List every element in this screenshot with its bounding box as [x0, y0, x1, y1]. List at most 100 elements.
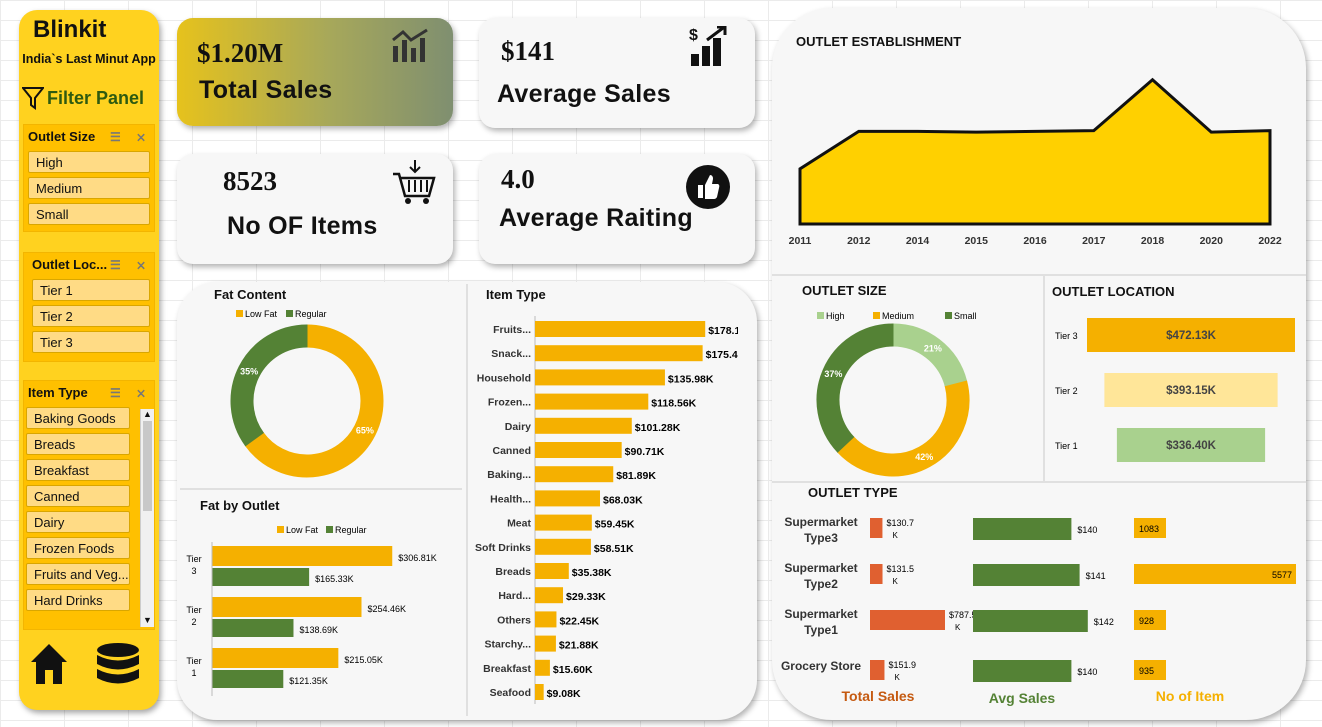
bar-label: $178.12K — [708, 325, 738, 337]
scroll-up-icon[interactable]: ▲ — [141, 409, 154, 419]
slicer-item-breads[interactable]: Breads — [26, 433, 130, 455]
legend-swatch-small — [945, 312, 952, 319]
slicer-scrollbar[interactable]: ▲ ▼ — [140, 409, 154, 627]
multiselect-icon[interactable]: ☰ — [110, 386, 121, 400]
slicer-item-hard-drinks[interactable]: Hard Drinks — [26, 589, 130, 611]
column-header-total-sales: Total Sales — [842, 688, 915, 704]
legend-small: Small — [954, 311, 977, 321]
outlet-location-title: OUTLET LOCATION — [1052, 284, 1175, 299]
home-icon[interactable] — [29, 642, 69, 691]
category-label: Tier — [186, 605, 201, 615]
donut-slice-small — [816, 323, 894, 453]
donut-slice-high — [892, 323, 968, 388]
bar-low-fat — [212, 546, 393, 566]
legend-swatch-regular — [326, 526, 333, 533]
items-label: 935 — [1139, 666, 1154, 676]
kpi-average-sales: $141 Average Sales $ — [479, 18, 755, 128]
kpi-value: $1.20M — [197, 38, 284, 68]
bar-label: $22.45K — [559, 615, 599, 627]
category-label: Seafood — [490, 687, 531, 699]
slicer-item-baking-goods[interactable]: Baking Goods — [26, 407, 130, 429]
outlet-size-chart: High Medium Small 21% 42% 37% — [816, 311, 977, 477]
slicer-item-canned[interactable]: Canned — [26, 485, 130, 507]
scroll-thumb[interactable] — [143, 421, 152, 511]
slicer-item-tier-2[interactable]: Tier 2 — [32, 305, 150, 327]
kpi-total-sales: $1.20M Total Sales — [177, 18, 453, 126]
x-tick-label: 2012 — [847, 235, 871, 247]
fat-donut: 65% 35% — [230, 324, 384, 478]
item-bar — [535, 490, 601, 507]
category-label: Fruits... — [493, 324, 531, 336]
bar-low-fat — [212, 648, 339, 668]
kpi-label: No OF Items — [227, 212, 378, 240]
bar-label: $165.33K — [315, 574, 354, 584]
category-label: Tier — [186, 554, 201, 564]
shopping-cart-icon — [391, 158, 437, 211]
legend-low-fat: Low Fat — [286, 525, 319, 535]
bar-label: $59.45K — [595, 519, 635, 531]
outlet-size-title: OUTLET SIZE — [802, 283, 887, 298]
clear-filter-icon[interactable]: ⨯ — [136, 258, 146, 272]
slicer-item-tier-3[interactable]: Tier 3 — [32, 331, 150, 353]
clear-filter-icon[interactable]: ⨯ — [136, 130, 146, 144]
bar-label: $135.98K — [668, 373, 714, 385]
svg-text:$: $ — [689, 27, 698, 44]
fat-by-outlet-title: Fat by Outlet — [200, 498, 280, 513]
legend-swatch-low-fat — [236, 310, 243, 317]
slicer-item-high[interactable]: High — [28, 151, 150, 173]
category-label: Soft Drinks — [475, 542, 531, 554]
multiselect-icon[interactable]: ☰ — [110, 258, 121, 272]
item-bar — [535, 684, 544, 700]
slicer-outlet-size: Outlet Size ☰ ⨯ High Medium Small — [23, 124, 155, 232]
category-label: Frozen... — [488, 397, 531, 409]
panel-divider — [1043, 276, 1045, 481]
avg-bar — [973, 610, 1088, 632]
avg-label: $141 — [1086, 571, 1106, 581]
legend-swatch-high — [817, 312, 824, 319]
category-label: Household — [477, 372, 531, 384]
slicer-item-medium[interactable]: Medium — [28, 177, 150, 199]
outlet-establishment-title: OUTLET ESTABLISHMENT — [796, 34, 962, 49]
dollar-bars-icon: $ — [689, 25, 731, 73]
slicer-item-small[interactable]: Small — [28, 203, 150, 225]
column-header-avg-sales: Avg Sales — [989, 690, 1056, 706]
outlet-location-chart: Tier 3 $472.13K Tier 2 $393.15K Tier 1 $336.4… — [1055, 318, 1295, 462]
items-label: 1083 — [1139, 524, 1159, 534]
donut-slice-medium — [836, 380, 970, 477]
clear-filter-icon[interactable]: ⨯ — [136, 386, 146, 400]
bar-label: $15.60K — [553, 664, 593, 676]
kpi-value: 4.0 — [501, 164, 535, 194]
brand-tagline: India`s Last Minut App — [22, 52, 156, 66]
filter-sidebar: Blinkit India`s Last Minut App Filter Pa… — [19, 10, 159, 710]
multiselect-icon[interactable]: ☰ — [110, 130, 121, 144]
item-bar — [535, 563, 569, 579]
scroll-down-icon[interactable]: ▼ — [141, 615, 154, 625]
row-label: Supermarket — [784, 515, 857, 529]
item-bar — [535, 587, 564, 604]
filter-panel-title: Filter Panel — [47, 88, 145, 108]
bar-label: $68.03K — [603, 494, 643, 506]
legend-regular: Regular — [335, 525, 367, 535]
avg-label: $140 — [1077, 667, 1097, 677]
category-label: Dairy — [505, 421, 531, 433]
column-header-no-of-item: No of Item — [1156, 688, 1224, 704]
bar-label: $393.15K — [1166, 385, 1217, 397]
panel-divider — [180, 488, 462, 490]
slicer-item-breakfast[interactable]: Breakfast — [26, 459, 130, 481]
slicer-item-tier-1[interactable]: Tier 1 — [32, 279, 150, 301]
item-bar — [535, 369, 665, 386]
item-bar — [535, 417, 632, 434]
legend-medium: Medium — [882, 311, 914, 321]
category-label: 2 — [191, 617, 196, 627]
slicer-item-fruits-veg[interactable]: Fruits and Veg... — [26, 563, 130, 585]
item-type-chart: Fruits... $178.12K Snack... $175.43K Househo… — [475, 316, 738, 704]
database-icon[interactable] — [95, 642, 141, 693]
kpi-label: Average Raiting — [499, 204, 693, 232]
slicer-item-dairy[interactable]: Dairy — [26, 511, 130, 533]
size-donut: 21% 42% 37% — [816, 323, 970, 477]
slicer-item-frozen-foods[interactable]: Frozen Foods — [26, 537, 130, 559]
item-bar — [535, 514, 592, 531]
category-label: Tier 1 — [1055, 441, 1078, 451]
sales-label: $131.5 — [887, 564, 915, 574]
x-tick-label: 2011 — [789, 235, 812, 247]
